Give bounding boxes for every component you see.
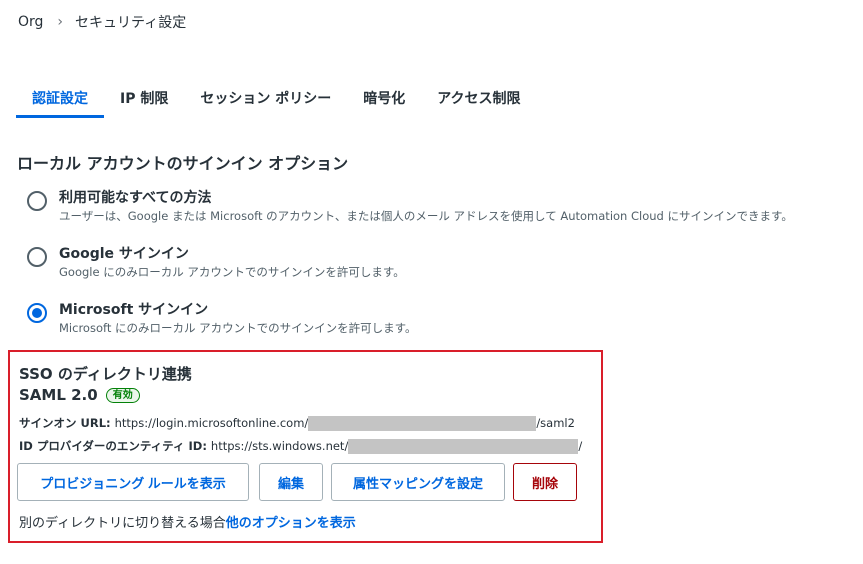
sso-directory-panel: SSO のディレクトリ連携 SAML 2.0 有効 サインオン URL: htt… [8, 350, 603, 543]
edit-button[interactable]: 編集 [259, 463, 323, 501]
redacted-block [348, 438, 579, 454]
entity-id-row: ID プロバイダーのエンティティ ID: https://sts.windows… [19, 438, 582, 454]
tab-session-policy[interactable]: セッション ポリシー [184, 76, 347, 118]
radio-option-google[interactable]: Google サインイン Google にのみローカル アカウントでのサインイン… [26, 242, 826, 286]
sso-title: SSO のディレクトリ連携 [19, 365, 192, 383]
entity-id-suffix: / [578, 439, 583, 453]
radio-microsoft[interactable] [27, 303, 47, 323]
entity-id-label: ID プロバイダーのエンティティ ID: [19, 439, 207, 453]
radio-label: Google サインイン [59, 246, 189, 262]
configure-attribute-mapping-button[interactable]: 属性マッピングを設定 [331, 463, 505, 501]
tab-authentication[interactable]: 認証設定 [16, 76, 104, 118]
redacted-block [308, 415, 537, 431]
view-provisioning-rules-button[interactable]: プロビジョニング ルールを表示 [17, 463, 249, 501]
switch-directory-text: 別のディレクトリに切り替える場合 [19, 516, 226, 531]
radio-label: Microsoft サインイン [59, 302, 209, 318]
tab-ip-restriction[interactable]: IP 制限 [104, 76, 184, 118]
tab-encryption[interactable]: 暗号化 [347, 76, 421, 118]
signon-url-label: サインオン URL: [19, 416, 111, 430]
entity-id-prefix: https://sts.windows.net/ [210, 439, 349, 453]
radio-all-methods[interactable] [27, 191, 47, 211]
signon-url-row: サインオン URL: https://login.microsoftonline… [19, 415, 575, 431]
tab-access-restriction[interactable]: アクセス制限 [421, 76, 536, 118]
signon-url-suffix: /saml2 [536, 416, 575, 430]
signon-url-prefix: https://login.microsoftonline.com/ [114, 416, 309, 430]
radio-description: ユーザーは、Google または Microsoft のアカウント、または個人の… [59, 209, 793, 223]
status-badge: 有効 [105, 387, 140, 403]
tab-bar: 認証設定 IP 制限 セッション ポリシー 暗号化 アクセス制限 [16, 76, 537, 118]
radio-google[interactable] [27, 247, 47, 267]
radio-label: 利用可能なすべての方法 [59, 190, 212, 206]
show-other-options-link[interactable]: 他のオプションを表示 [226, 516, 356, 531]
chevron-right-icon: › [57, 14, 64, 30]
delete-button[interactable]: 削除 [513, 463, 577, 501]
breadcrumb: Org › セキュリティ設定 [18, 12, 186, 32]
breadcrumb-root[interactable]: Org [18, 14, 43, 30]
saml-protocol: SAML 2.0 [19, 386, 98, 404]
breadcrumb-current: セキュリティ設定 [75, 15, 187, 31]
radio-description: Google にのみローカル アカウントでのサインインを許可します。 [59, 265, 405, 279]
section-title: ローカル アカウントのサインイン オプション [17, 154, 349, 173]
radio-description: Microsoft にのみローカル アカウントでのサインインを許可します。 [59, 321, 417, 335]
switch-directory-line: 別のディレクトリに切り替える場合他のオプションを表示 [19, 512, 356, 531]
saml-row: SAML 2.0 有効 [19, 386, 140, 404]
radio-option-all-methods[interactable]: 利用可能なすべての方法 ユーザーは、Google または Microsoft の… [26, 186, 826, 230]
radio-option-microsoft[interactable]: Microsoft サインイン Microsoft にのみローカル アカウントで… [26, 298, 826, 342]
